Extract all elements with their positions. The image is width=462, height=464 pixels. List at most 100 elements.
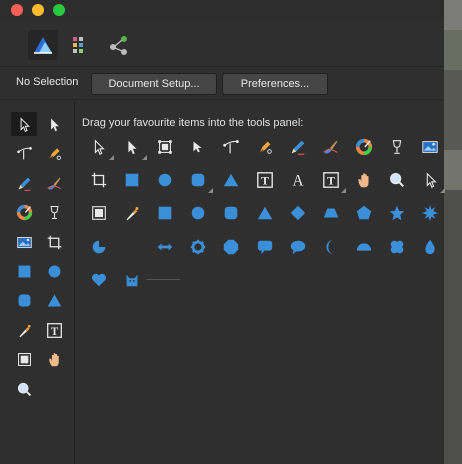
favourite-move-tool[interactable]: [84, 133, 114, 161]
cog-shape-icon: [189, 238, 207, 256]
favourite-triangle-tool[interactable]: [216, 166, 246, 194]
cloud-shape-icon: [388, 238, 406, 256]
favourite-polygon-shape[interactable]: [216, 233, 246, 261]
close-button[interactable]: [11, 4, 23, 16]
tool-frame-text-tool[interactable]: T: [41, 318, 67, 342]
title-bar: [0, 0, 444, 22]
tool-crop-tool[interactable]: [41, 230, 67, 254]
zoom-button[interactable]: [53, 4, 65, 16]
tool-pen-tool[interactable]: [41, 141, 67, 165]
favourite-cog-shape[interactable]: [183, 233, 213, 261]
tool-transparency-tool[interactable]: [41, 200, 67, 224]
tool-triangle-tool[interactable]: [41, 288, 67, 312]
segment-shape-icon: [355, 238, 373, 256]
corner-tool-icon: [16, 145, 33, 162]
customize-hint: Drag your favourite items into the tools…: [82, 117, 304, 129]
tool-corner-tool[interactable]: [11, 141, 37, 165]
tool-move-tool[interactable]: [11, 112, 37, 136]
favourite-place-image-tool[interactable]: [415, 133, 445, 161]
rounded-rectangle-tool-icon: [16, 292, 33, 309]
favourite-rectangle-tool[interactable]: [117, 166, 147, 194]
favourite-circle-shape[interactable]: [183, 199, 213, 227]
favourite-double-arrow-shape[interactable]: [150, 233, 180, 261]
favourite-star-shape[interactable]: [382, 199, 412, 227]
favourite-node-tool[interactable]: [117, 133, 147, 161]
tool-rounded-rectangle-tool[interactable]: [11, 288, 37, 312]
tool-place-image-tool[interactable]: [11, 230, 37, 254]
view-tool-icon: [46, 351, 63, 368]
export-persona-tab[interactable]: [104, 30, 134, 60]
favourite-pie-shape[interactable]: [84, 233, 114, 261]
favourite-callout-rect[interactable]: [250, 233, 280, 261]
fill-tool-icon: [355, 138, 373, 156]
tool-pencil-tool[interactable]: [11, 171, 37, 195]
diamond-shape-icon: [289, 204, 307, 222]
favourite-point-transform[interactable]: [183, 133, 213, 161]
fill-tool-icon: [16, 204, 33, 221]
favourite-crescent-shape[interactable]: [316, 233, 346, 261]
crescent-shape-icon: [322, 238, 340, 256]
favourite-triangle-shape[interactable]: [250, 199, 280, 227]
callout-rect-icon: [256, 238, 274, 256]
preferences-button[interactable]: Preferences...: [222, 73, 328, 95]
tool-ellipse-tool[interactable]: [41, 259, 67, 283]
svg-text:T: T: [50, 325, 58, 337]
move-tool-icon: [16, 116, 33, 133]
crop-tool-icon: [46, 234, 63, 251]
favourite-artistic-text-tool[interactable]: A: [283, 166, 313, 194]
favourite-ellipse-tool[interactable]: [150, 166, 180, 194]
vector-brush-tool-icon: [46, 175, 63, 192]
point-transform-icon: [189, 138, 207, 156]
photo-persona-tab[interactable]: [28, 30, 58, 60]
favourite-blank-slot: [117, 233, 147, 261]
favourite-text-frame-tool[interactable]: T: [316, 166, 346, 194]
svg-text:T: T: [261, 175, 269, 188]
favourite-cloud-shape[interactable]: [382, 233, 412, 261]
favourite-zoom-tool[interactable]: [382, 166, 412, 194]
tool-view-tool[interactable]: [41, 347, 67, 371]
favourite-pencil-tool[interactable]: [283, 133, 313, 161]
favourite-burst-shape[interactable]: [415, 199, 445, 227]
ellipse-tool-icon: [46, 263, 63, 280]
favourite-cat-shape[interactable]: [117, 266, 147, 294]
tool-zoom-tool[interactable]: [11, 377, 37, 401]
favourite-trapezoid-shape[interactable]: [316, 199, 346, 227]
favourite-transform-tool[interactable]: [150, 133, 180, 161]
favourite-tear-shape[interactable]: [415, 233, 445, 261]
tools-panel: T: [0, 100, 75, 464]
tool-vector-brush-tool[interactable]: [41, 171, 67, 195]
favourite-heart-shape[interactable]: [84, 266, 114, 294]
favourite-callout-ellipse[interactable]: [283, 233, 313, 261]
favourite-select-pointer[interactable]: [415, 166, 445, 194]
favourite-view-tool[interactable]: [349, 166, 379, 194]
favourite-diamond-shape[interactable]: [283, 199, 313, 227]
document-setup-button[interactable]: Document Setup...: [91, 73, 217, 95]
rectangle-tool-icon: [123, 171, 141, 189]
favourite-transparency-tool[interactable]: [382, 133, 412, 161]
tool-color-picker-tool[interactable]: [11, 318, 37, 342]
favourite-crop-tool[interactable]: [84, 166, 114, 194]
tool-node-tool[interactable]: [41, 112, 67, 136]
text-frame-tool-icon: T: [322, 171, 340, 189]
minimize-button[interactable]: [32, 4, 44, 16]
heart-shape-icon: [90, 271, 108, 289]
pencil-tool-icon: [16, 175, 33, 192]
tool-table-tool[interactable]: [11, 347, 37, 371]
view-tool-icon: [355, 171, 373, 189]
favourite-pen-tool[interactable]: [250, 133, 280, 161]
favourite-corner-tool[interactable]: [216, 133, 246, 161]
favourite-segment-shape[interactable]: [349, 233, 379, 261]
tool-rectangle-tool[interactable]: [11, 259, 37, 283]
liquify-persona-tab[interactable]: [64, 30, 94, 60]
favourite-fill-tool[interactable]: [349, 133, 379, 161]
favourite-color-picker-tool[interactable]: [117, 199, 147, 227]
favourite-frame-text-tool[interactable]: T: [250, 166, 280, 194]
favourite-square-shape[interactable]: [150, 199, 180, 227]
favourite-rounded-square-shape[interactable]: [216, 199, 246, 227]
favourite-vector-brush-tool[interactable]: [316, 133, 346, 161]
favourite-rounded-rectangle-tool[interactable]: [183, 166, 213, 194]
favourite-pentagon-shape[interactable]: [349, 199, 379, 227]
tool-fill-tool[interactable]: [11, 200, 37, 224]
favourite-table-tool[interactable]: [84, 199, 114, 227]
crop-tool-icon: [90, 171, 108, 189]
